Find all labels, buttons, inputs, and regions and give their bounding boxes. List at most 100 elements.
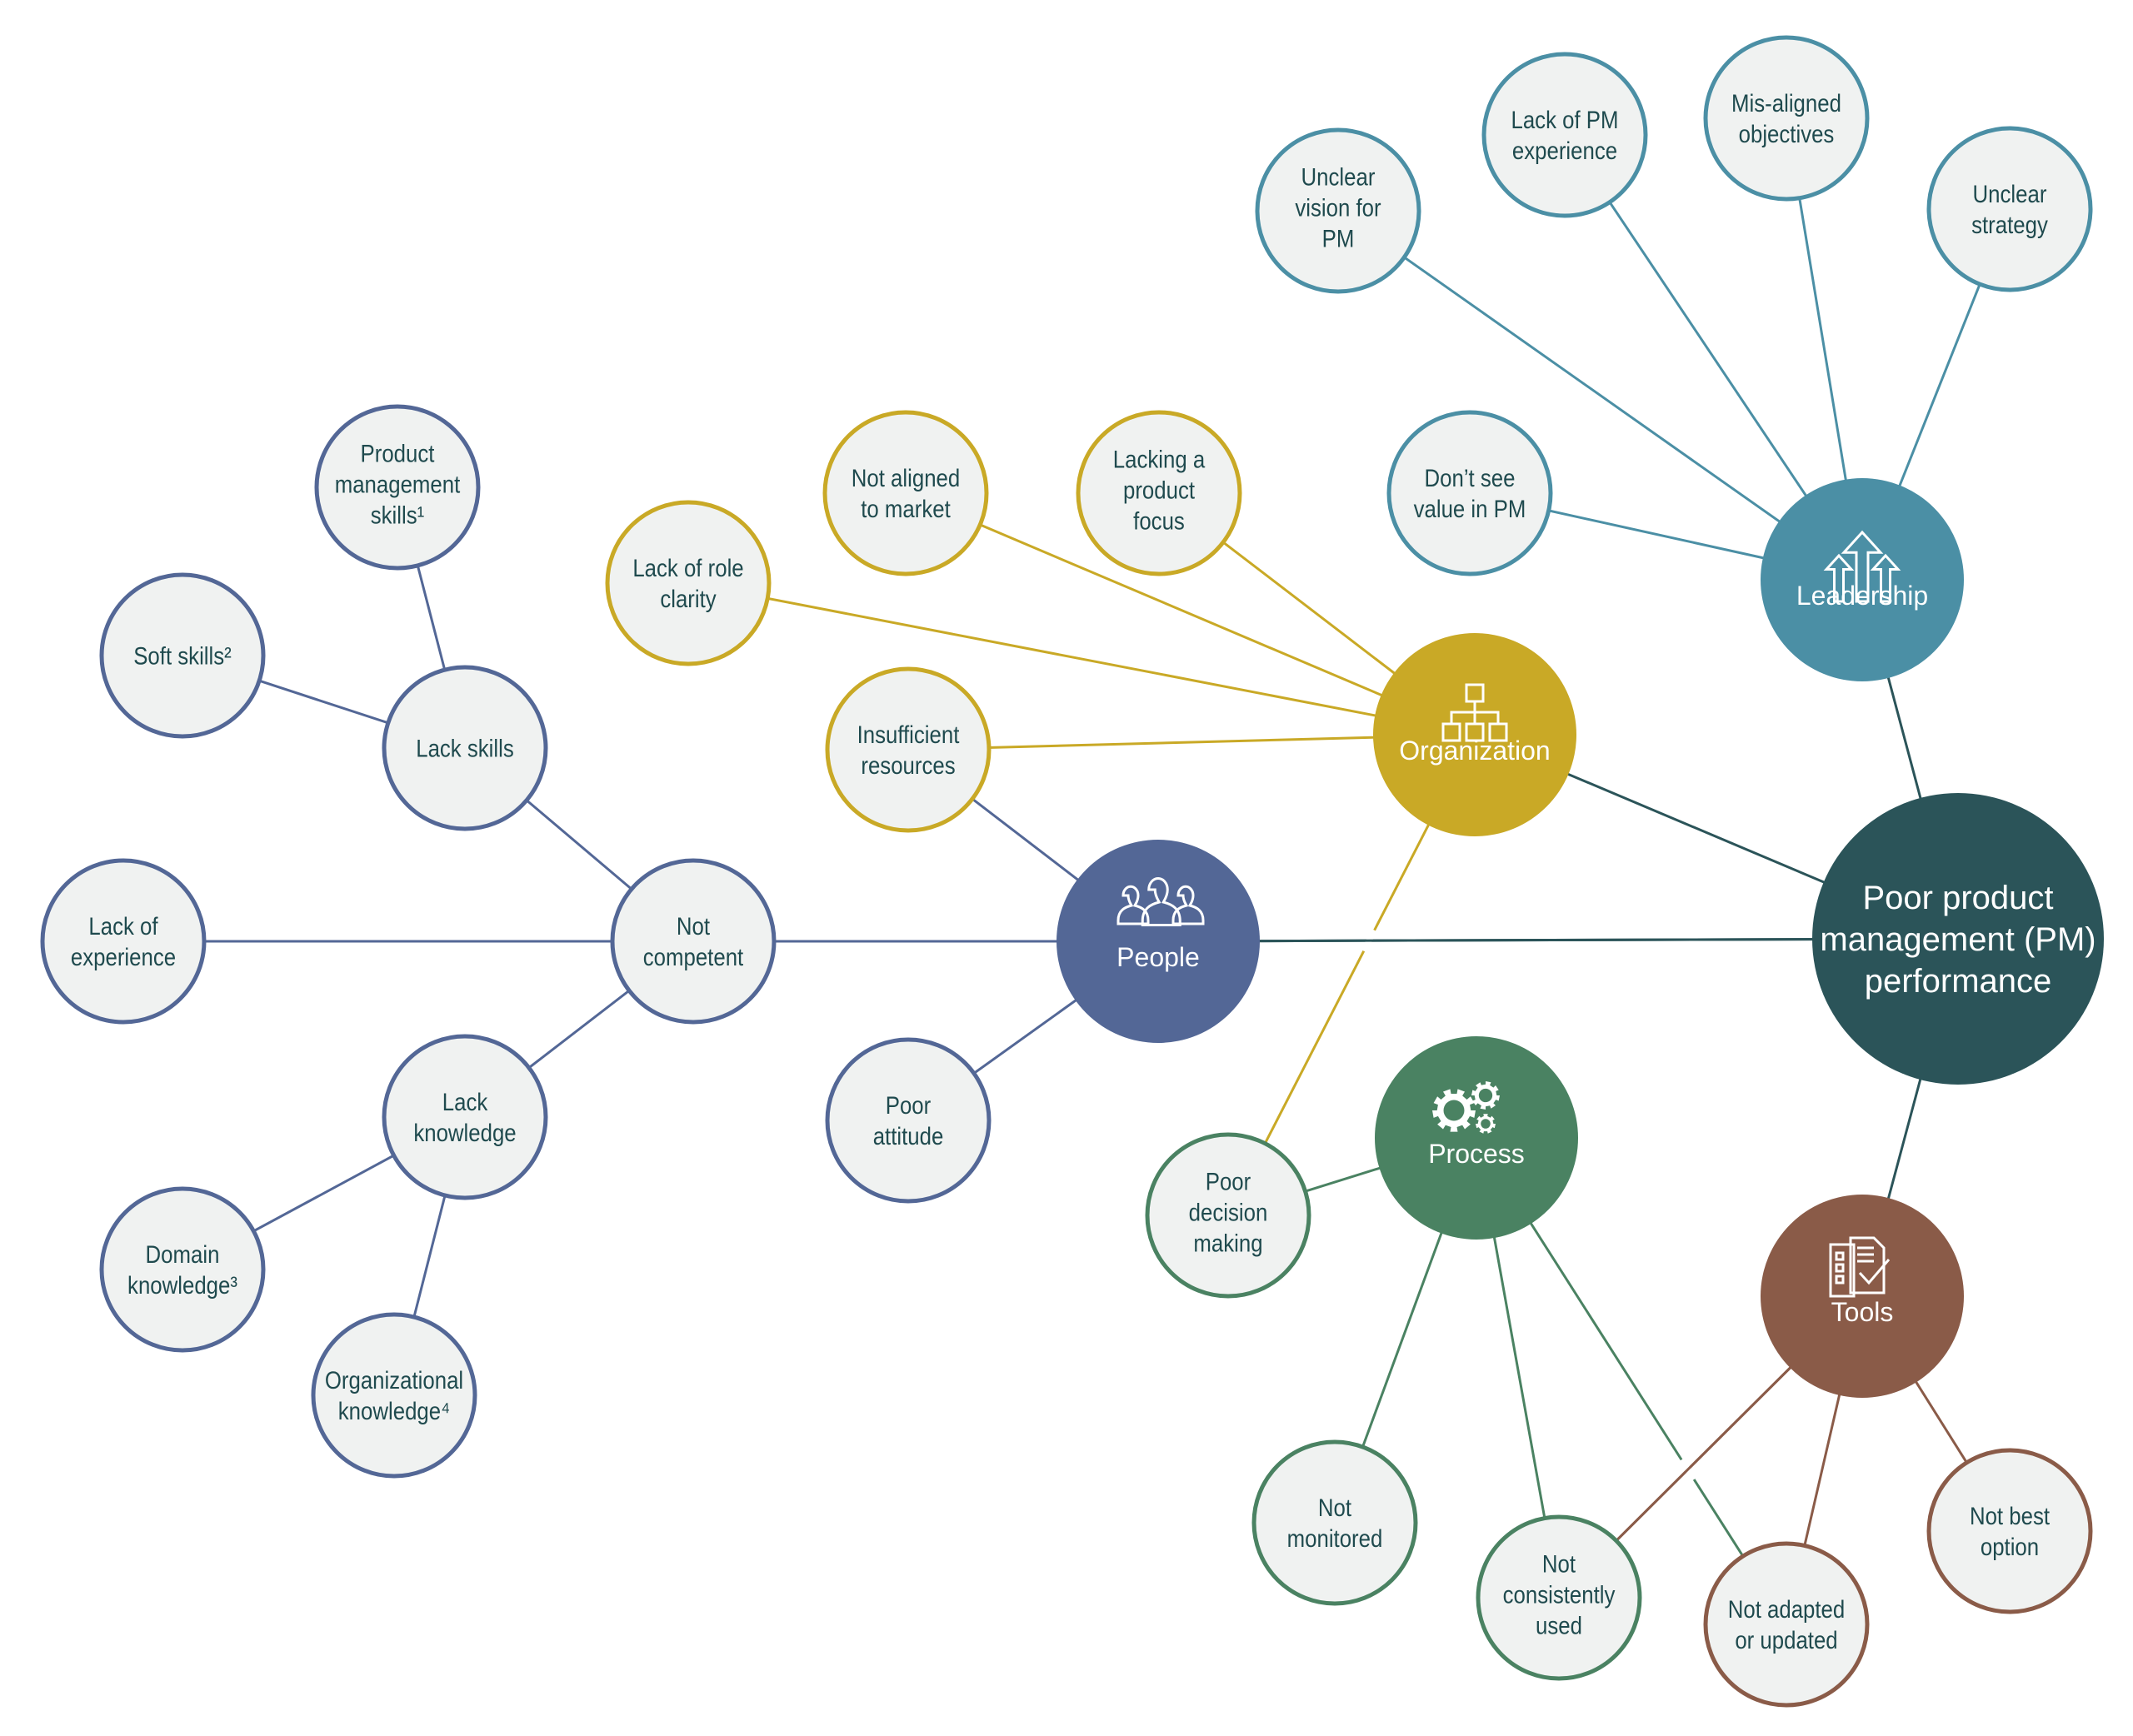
cause-node-lack-role-clarity[interactable]: Lack of role clarity bbox=[605, 500, 772, 666]
cause-node-not-aligned-market[interactable]: Not aligned to market bbox=[822, 410, 989, 576]
cause-node-circle bbox=[311, 1312, 477, 1479]
cause-node-label: Soft skills² bbox=[133, 642, 232, 670]
cause-node-label: value in PM bbox=[1414, 495, 1526, 522]
cause-node-dont-see-value[interactable]: Don’t see value in PM bbox=[1386, 410, 1553, 576]
cause-node-misaligned-objectives[interactable]: Mis-aligned objectives bbox=[1703, 35, 1870, 202]
cause-node-label: Not bbox=[1542, 1550, 1576, 1578]
cause-node-not-monitored[interactable]: Not monitored bbox=[1251, 1439, 1418, 1606]
cause-node-label: objectives bbox=[1739, 120, 1835, 147]
cause-node-lack-pm-experience[interactable]: Lack of PM experience bbox=[1481, 52, 1648, 218]
cause-node-label: decision bbox=[1189, 1199, 1268, 1226]
cause-node-poor-decision-making[interactable]: Poor decision making bbox=[1145, 1132, 1311, 1299]
category-hub-process[interactable]: Process bbox=[1375, 1036, 1578, 1240]
root-problem-node[interactable]: Poor product management (PM) performance bbox=[1812, 793, 2104, 1085]
cause-node-soft-skills[interactable]: Soft skills² bbox=[99, 572, 266, 739]
category-hub-people[interactable]: People bbox=[1057, 840, 1260, 1043]
cause-node-lack-of-experience[interactable]: Lack of experience bbox=[40, 858, 207, 1025]
cause-node-label: Poor bbox=[1206, 1168, 1251, 1195]
cause-node-circle bbox=[605, 500, 772, 666]
cause-node-circle bbox=[382, 1034, 548, 1200]
category-hub-label: Leadership bbox=[1796, 581, 1928, 611]
cause-node-label: resources bbox=[861, 751, 955, 779]
cause-node-lacking-product-focus[interactable]: Lacking a product focus bbox=[1076, 410, 1242, 576]
cause-node-label: product bbox=[1123, 476, 1195, 504]
category-hub-circle bbox=[1373, 633, 1576, 836]
cause-node-circle bbox=[1386, 410, 1553, 576]
cause-node-circle bbox=[825, 1037, 992, 1204]
cause-node-label: monitored bbox=[1287, 1524, 1383, 1552]
cause-node-circle bbox=[825, 666, 992, 833]
cause-node-label: or updated bbox=[1735, 1626, 1837, 1654]
cause-node-circle bbox=[1251, 1439, 1418, 1606]
cause-node-label: Unclear bbox=[1973, 180, 2047, 207]
cause-node-poor-attitude[interactable]: Poor attitude bbox=[825, 1037, 992, 1204]
cause-node-domain-knowledge[interactable]: Domain knowledge³ bbox=[99, 1186, 266, 1353]
cause-node-circle bbox=[822, 410, 989, 576]
cause-node-circle bbox=[1926, 126, 2093, 292]
category-hub-circle bbox=[1057, 840, 1260, 1043]
category-hub-organization[interactable]: Organization bbox=[1373, 633, 1576, 836]
category-hub-label: Tools bbox=[1831, 1297, 1894, 1327]
cause-node-label: option bbox=[1981, 1533, 2039, 1560]
cause-node-label: strategy bbox=[1971, 211, 2048, 238]
category-hub-circle bbox=[1761, 478, 1964, 681]
category-hub-tools[interactable]: Tools bbox=[1761, 1195, 1964, 1398]
cause-node-label: vision for bbox=[1295, 194, 1381, 222]
category-hub-label: People bbox=[1116, 942, 1200, 972]
category-hub-label: Organization bbox=[1399, 736, 1550, 766]
cause-node-unclear-strategy[interactable]: Unclear strategy bbox=[1926, 126, 2093, 292]
cause-node-label: knowledge⁴ bbox=[338, 1397, 450, 1424]
cause-node-label: experience bbox=[71, 943, 176, 970]
cause-node-label: Not adapted bbox=[1728, 1595, 1846, 1623]
cause-node-lack-skills[interactable]: Lack skills bbox=[382, 665, 548, 831]
nodes-layer: Unclear vision for PM Lack of PM experience M… bbox=[40, 35, 2104, 1708]
cause-node-label: to market bbox=[861, 495, 951, 522]
cause-node-label: skills¹ bbox=[371, 501, 424, 529]
cause-node-label: Not bbox=[1318, 1494, 1351, 1521]
cause-node-org-knowledge[interactable]: Organizational knowledge⁴ bbox=[311, 1312, 477, 1479]
edge-organization-to-lack-role-clarity bbox=[687, 581, 1476, 736]
cause-node-circle bbox=[1703, 35, 1870, 202]
cause-node-circle bbox=[1481, 52, 1648, 218]
cause-node-label: Lack of PM bbox=[1511, 106, 1618, 133]
cause-node-label: Poor bbox=[886, 1091, 931, 1119]
cause-node-label: Product bbox=[361, 440, 435, 467]
cause-node-circle bbox=[1926, 1448, 2093, 1614]
cause-node-not-best-option[interactable]: Not best option bbox=[1926, 1448, 2093, 1614]
cause-node-label: clarity bbox=[660, 585, 716, 612]
cause-node-label: PM bbox=[1322, 225, 1355, 252]
cause-node-label: Domain bbox=[146, 1240, 220, 1268]
cause-node-unclear-vision[interactable]: Unclear vision for PM bbox=[1255, 127, 1421, 294]
cause-node-label: Unclear bbox=[1301, 163, 1376, 191]
category-hub-circle bbox=[1761, 1195, 1964, 1398]
cause-node-label: Insufficient bbox=[857, 721, 960, 748]
cause-node-label: Lack skills bbox=[416, 735, 514, 762]
cause-node-label: used bbox=[1536, 1612, 1582, 1639]
cause-node-label: knowledge bbox=[413, 1119, 516, 1146]
cause-node-not-competent[interactable]: Not competent bbox=[610, 858, 777, 1025]
cause-node-label: Lack of bbox=[88, 912, 157, 940]
category-hub-circle bbox=[1375, 1036, 1578, 1240]
cause-node-label: focus bbox=[1133, 507, 1185, 535]
category-hub-leadership[interactable]: Leadership bbox=[1761, 478, 1964, 681]
cause-node-label: Lack bbox=[442, 1088, 488, 1115]
root-problem-label: management (PM) bbox=[1820, 921, 2096, 958]
cause-node-label: consistently bbox=[1503, 1581, 1616, 1609]
cause-node-pm-skills[interactable]: Product management skills¹ bbox=[314, 404, 481, 571]
cause-node-label: Organizational bbox=[325, 1366, 463, 1394]
cause-node-label: making bbox=[1193, 1230, 1262, 1257]
cause-node-label: competent bbox=[643, 943, 744, 970]
cause-node-not-consistently-used[interactable]: Not consistently used bbox=[1476, 1514, 1642, 1681]
cause-node-label: knowledge³ bbox=[127, 1271, 237, 1299]
cause-node-label: experience bbox=[1512, 137, 1617, 164]
cause-node-label: Mis-aligned bbox=[1731, 89, 1841, 117]
cause-node-not-adapted[interactable]: Not adapted or updated bbox=[1703, 1541, 1870, 1708]
cause-node-circle bbox=[1703, 1541, 1870, 1708]
cause-node-circle bbox=[610, 858, 777, 1025]
cause-node-insufficient-resources[interactable]: Insufficient resources bbox=[825, 666, 992, 833]
cause-node-lack-knowledge[interactable]: Lack knowledge bbox=[382, 1034, 548, 1200]
cause-node-label: Not best bbox=[1970, 1502, 2050, 1529]
root-problem-label: Poor product bbox=[1862, 880, 2053, 916]
cause-node-label: Lacking a bbox=[1113, 446, 1206, 473]
cause-node-label: Lack of role bbox=[632, 554, 743, 581]
